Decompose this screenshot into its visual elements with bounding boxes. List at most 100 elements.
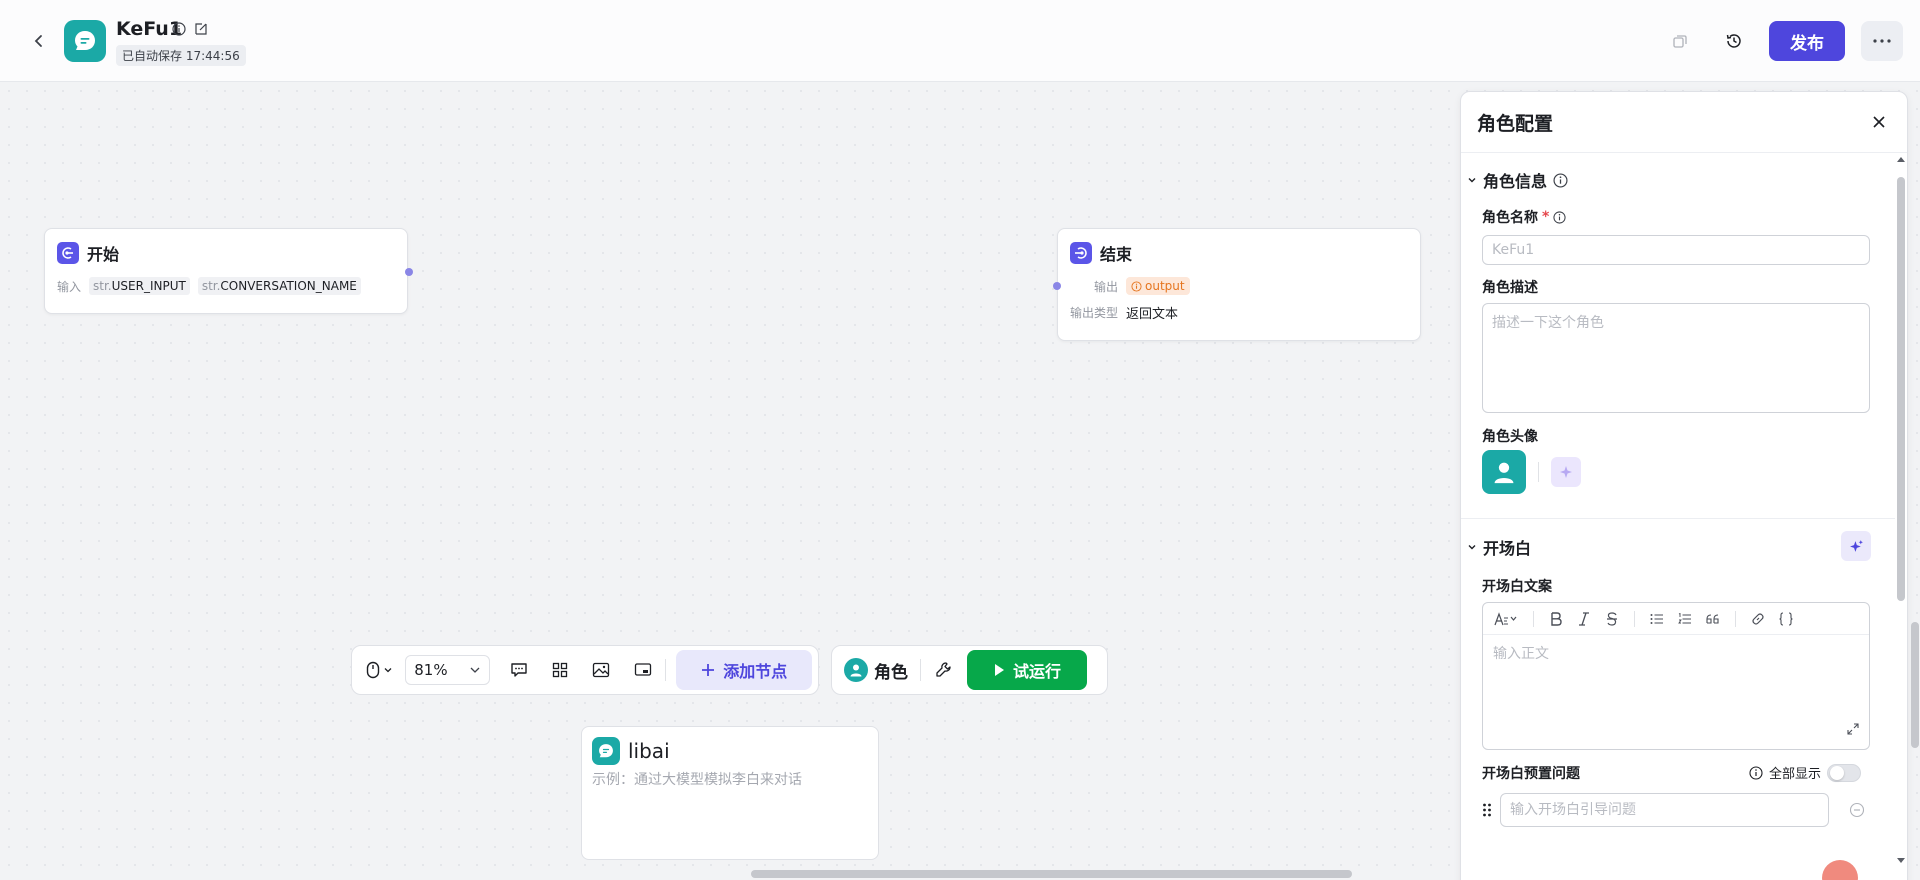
chat-bubble-icon — [599, 744, 613, 758]
role-desc-input[interactable] — [1482, 303, 1870, 413]
opening-editor[interactable]: 输入正文 — [1482, 602, 1870, 750]
minimap-button[interactable] — [624, 652, 661, 688]
code-braces-icon — [1779, 611, 1793, 626]
code-button[interactable] — [1774, 607, 1798, 631]
start-output-port[interactable] — [405, 268, 413, 276]
bullet-list-icon — [1650, 613, 1663, 624]
add-node-button[interactable]: 添加节点 — [676, 650, 813, 690]
title-icons — [172, 21, 208, 40]
output-tag: output — [1126, 277, 1190, 295]
copy-button[interactable] — [1667, 28, 1693, 54]
start-node[interactable]: 开始 输入 str.USER_INPUT str.CONVERSATION_NA… — [44, 228, 413, 314]
scroll-down-icon[interactable] — [1895, 856, 1907, 866]
role-avatar-image[interactable] — [1482, 450, 1526, 494]
preset-question-input[interactable] — [1500, 793, 1829, 827]
end-icon — [1075, 247, 1087, 259]
sparkle-icon — [1849, 539, 1863, 552]
close-panel-button[interactable] — [1867, 110, 1891, 134]
toolbar-divider — [920, 659, 921, 681]
editor-toolbar — [1483, 603, 1869, 635]
role-label: 角色 — [874, 662, 908, 683]
autosave-status: 已自动保存 17:44:56 — [116, 45, 246, 66]
role-info-title: 角色信息 — [1483, 172, 1548, 191]
wrench-icon — [936, 662, 951, 677]
role-button[interactable]: 角色 — [836, 651, 916, 689]
minimap-icon — [634, 663, 651, 676]
ordered-list-button[interactable] — [1673, 607, 1697, 631]
remove-icon[interactable] — [1849, 802, 1865, 818]
mouse-icon — [366, 661, 380, 679]
input-tag: str.USER_INPUT — [89, 277, 190, 295]
canvas-toolbar: 81% 添加节点 — [351, 645, 819, 695]
editor-divider — [1533, 610, 1534, 627]
panel-title: 角色配置 — [1477, 112, 1554, 135]
edit-icon[interactable] — [194, 21, 208, 40]
end-node[interactable]: 结束 输出 output 输出类型 返回文本 — [1053, 228, 1421, 341]
italic-button[interactable] — [1572, 607, 1596, 631]
horizontal-scrollbar[interactable] — [751, 870, 1352, 878]
role-avatar-label: 角色头像 — [1482, 429, 1538, 445]
libai-node[interactable]: libai 示例：通过大模型模拟李白来对话 — [581, 726, 879, 860]
test-run-button[interactable]: 试运行 — [967, 650, 1087, 690]
bullet-list-button[interactable] — [1645, 607, 1669, 631]
tools-button[interactable] — [925, 652, 963, 688]
strikethrough-button[interactable] — [1600, 607, 1624, 631]
more-button[interactable] — [1861, 21, 1903, 61]
end-node-title: 结束 — [1100, 245, 1133, 264]
toolbar-divider — [665, 659, 667, 681]
chevron-down-icon — [470, 667, 480, 673]
italic-icon — [1579, 611, 1589, 626]
panel-scrollbar[interactable] — [1897, 177, 1905, 601]
role-name-input[interactable] — [1482, 235, 1870, 265]
role-name-label: 角色名称 * — [1482, 207, 1566, 227]
generate-avatar-button[interactable] — [1551, 457, 1581, 487]
layout-button[interactable] — [541, 652, 578, 688]
avatar-row — [1482, 450, 1581, 494]
link-button[interactable] — [1746, 607, 1770, 631]
bold-button[interactable] — [1544, 607, 1568, 631]
end-output-label: 输出 — [1094, 279, 1119, 294]
image-button[interactable] — [583, 652, 620, 688]
back-button[interactable] — [26, 28, 52, 54]
ai-generate-opening-button[interactable] — [1841, 531, 1871, 561]
grid-layout-icon — [552, 662, 568, 678]
mouse-mode-button[interactable] — [358, 652, 401, 688]
info-icon[interactable] — [1749, 765, 1763, 780]
comment-button[interactable] — [500, 652, 537, 688]
expand-editor-button[interactable] — [1847, 720, 1859, 739]
editor-placeholder: 输入正文 — [1493, 646, 1549, 662]
drag-handle-icon[interactable] — [1482, 802, 1492, 818]
quote-button[interactable] — [1701, 607, 1725, 631]
opening-section-header[interactable]: 开场白 — [1467, 535, 1531, 559]
font-size-button[interactable] — [1489, 607, 1523, 631]
add-node-label: 添加节点 — [723, 662, 788, 681]
start-input-label: 输入 — [57, 279, 82, 294]
info-icon[interactable] — [1553, 172, 1568, 188]
page-vertical-scrollbar[interactable] — [1911, 622, 1919, 748]
run-toolbar: 角色 试运行 — [831, 645, 1108, 695]
role-desc-label: 角色描述 — [1482, 280, 1538, 296]
zoom-select[interactable]: 81% — [405, 655, 491, 685]
image-icon — [593, 662, 610, 678]
chevron-down-icon — [1468, 545, 1476, 550]
opening-text-label: 开场白文案 — [1482, 579, 1552, 595]
publish-button[interactable]: 发布 — [1769, 21, 1845, 61]
expand-icon — [1847, 723, 1859, 735]
strikethrough-icon — [1607, 611, 1617, 626]
end-node-icon — [1070, 242, 1092, 264]
link-icon — [1752, 612, 1764, 625]
quote-icon — [1706, 613, 1719, 624]
role-avatar — [844, 658, 868, 682]
role-info-section-header[interactable]: 角色信息 — [1467, 168, 1568, 192]
more-icon — [1873, 39, 1891, 43]
avatar-divider — [1538, 462, 1539, 482]
sparkle-icon — [1560, 466, 1572, 478]
chevron-down-icon — [1468, 178, 1476, 183]
end-input-port[interactable] — [1053, 282, 1061, 290]
show-all-toggle[interactable] — [1827, 763, 1862, 782]
scroll-up-icon[interactable] — [1895, 154, 1907, 164]
info-icon[interactable] — [172, 21, 186, 40]
input-tag: str.CONVERSATION_NAME — [197, 277, 361, 295]
history-button[interactable] — [1721, 28, 1747, 54]
info-icon[interactable] — [1553, 210, 1566, 224]
